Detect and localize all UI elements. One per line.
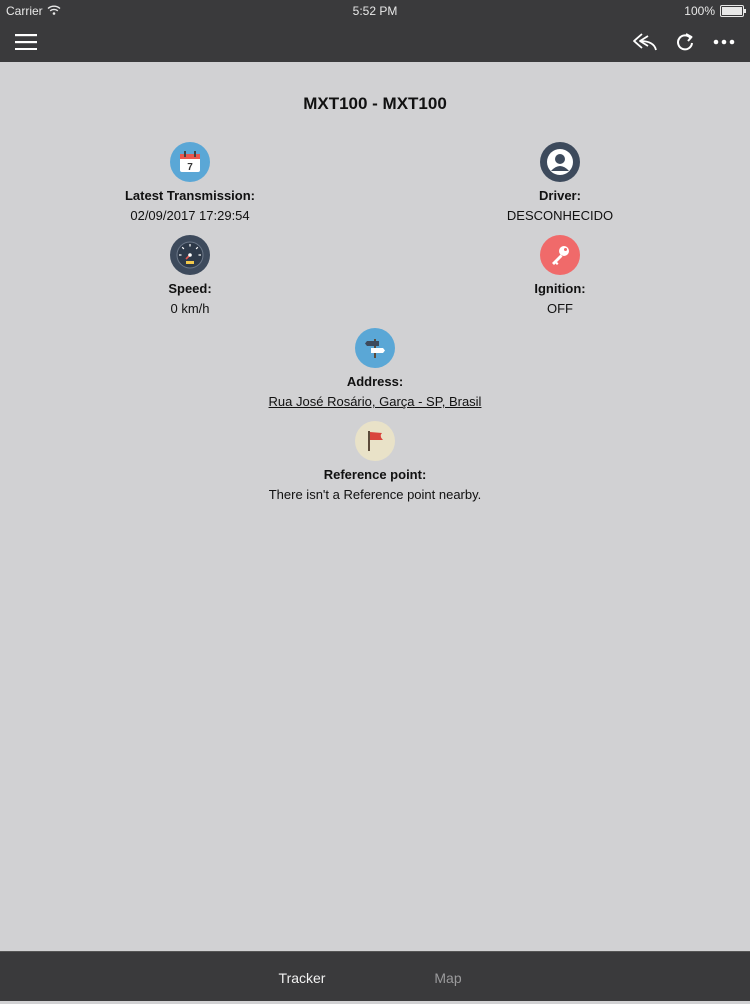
address-block: Address: Rua José Rosário, Garça - SP, B… <box>200 328 550 411</box>
reference-point-value: There isn't a Reference point nearby. <box>268 487 482 502</box>
speed-value: 0 km/h <box>170 301 210 316</box>
tab-map[interactable]: Map <box>408 952 488 1001</box>
reference-point-label: Reference point: <box>323 467 427 482</box>
tab-bar: Tracker Map <box>0 951 750 1001</box>
latest-transmission-label: Latest Transmission: <box>124 188 256 203</box>
address-link[interactable]: Rua José Rosário, Garça - SP, Brasil <box>200 393 550 411</box>
vehicle-details: MXT100 - MXT100 7 Latest Transmission: 0… <box>0 62 750 951</box>
speedometer-icon <box>170 235 210 275</box>
flag-icon <box>355 421 395 461</box>
key-icon <box>540 235 580 275</box>
calendar-icon: 7 <box>170 142 210 182</box>
ignition-block: Ignition: OFF <box>410 235 710 318</box>
reply-icon[interactable] <box>628 22 662 62</box>
more-icon[interactable] <box>706 22 742 62</box>
reference-point-block: Reference point: There isn't a Reference… <box>200 421 550 504</box>
driver-block: Driver: DESCONHECIDO <box>410 142 710 225</box>
status-time: 5:52 PM <box>352 4 398 18</box>
driver-value: DESCONHECIDO <box>506 208 614 223</box>
svg-text:7: 7 <box>187 162 193 173</box>
battery-icon <box>720 5 746 17</box>
refresh-icon[interactable] <box>670 22 700 62</box>
user-icon <box>540 142 580 182</box>
navigation-bar <box>0 22 750 62</box>
signpost-icon <box>355 328 395 368</box>
address-label: Address: <box>346 374 404 389</box>
driver-label: Driver: <box>539 188 581 203</box>
ignition-label: Ignition: <box>534 281 586 296</box>
tab-tracker[interactable]: Tracker <box>262 952 342 1001</box>
latest-transmission-value: 02/09/2017 17:29:54 <box>130 208 250 223</box>
status-bar: Carrier 5:52 PM 100% <box>0 0 750 22</box>
status-right: 100% <box>684 4 746 18</box>
battery-percent: 100% <box>684 4 715 18</box>
hamburger-menu-icon[interactable] <box>8 22 44 62</box>
ignition-value: OFF <box>547 301 573 316</box>
latest-transmission-block: 7 Latest Transmission: 02/09/2017 17:29:… <box>40 142 340 225</box>
speed-label: Speed: <box>168 281 212 296</box>
speed-block: Speed: 0 km/h <box>40 235 340 318</box>
vehicle-title: MXT100 - MXT100 <box>303 94 447 113</box>
